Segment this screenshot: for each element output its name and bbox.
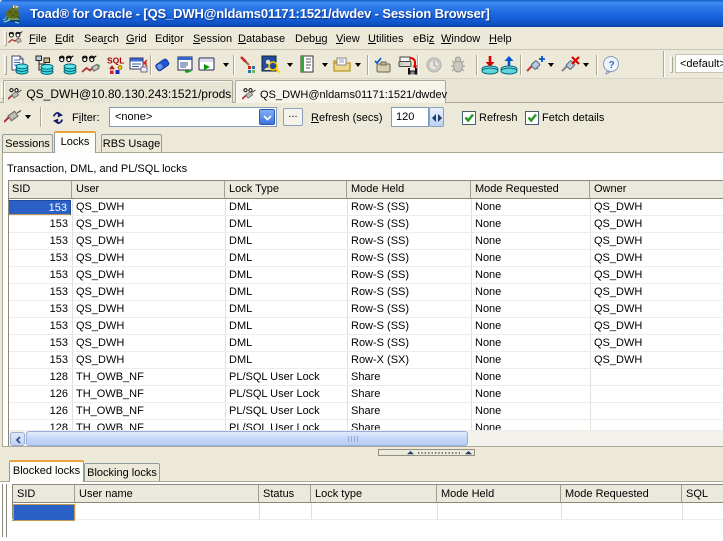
svg-text:SQL: SQL bbox=[107, 56, 124, 66]
svg-text:?: ? bbox=[609, 60, 615, 71]
